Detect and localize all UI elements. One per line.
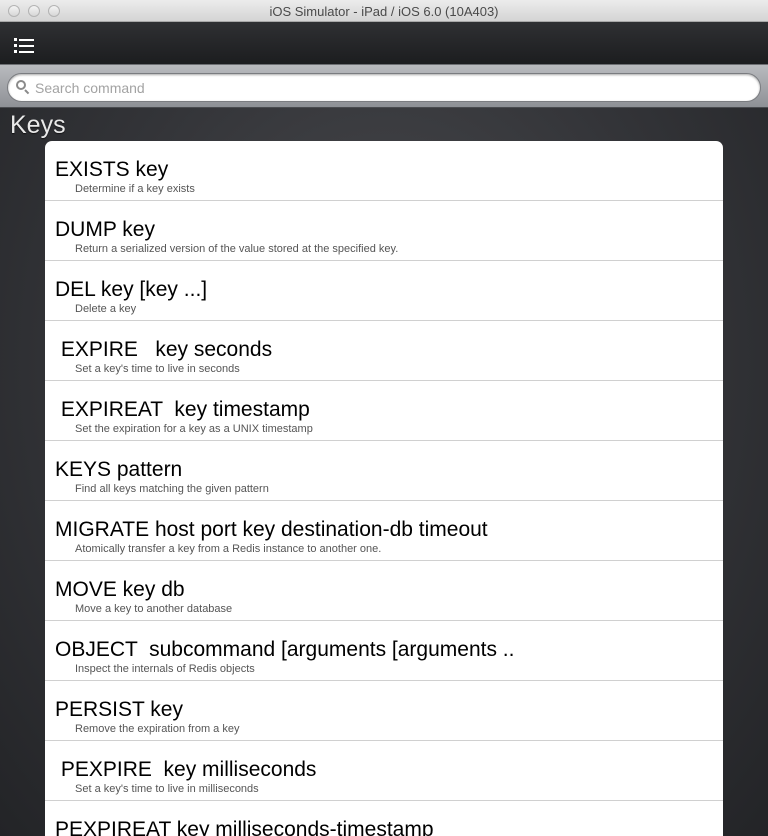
command-name: EXISTS key — [55, 158, 169, 181]
command-list: EXISTS key Determine if a key exists DUM… — [45, 141, 723, 836]
command-description: Delete a key — [75, 303, 137, 315]
command-description: Find all keys matching the given pattern — [75, 483, 269, 495]
search-field[interactable] — [7, 73, 761, 102]
command-description: Return a serialized version of the value… — [75, 243, 399, 255]
command-row-object[interactable]: OBJECT subcommand [arguments [arguments … — [45, 621, 723, 681]
command-description: Inspect the internals of Redis objects — [75, 663, 255, 675]
command-name: EXPIRE key seconds — [55, 338, 273, 361]
command-row-dump[interactable]: DUMP key Return a serialized version of … — [45, 201, 723, 261]
command-row-expire[interactable]: EXPIRE key seconds Set a key's time to l… — [45, 321, 723, 381]
command-row-migrate[interactable]: MIGRATE host port key destination-db tim… — [45, 501, 723, 561]
navigation-bar — [0, 22, 768, 64]
window-titlebar: iOS Simulator - iPad / iOS 6.0 (10A403) — [0, 0, 768, 22]
command-row-pexpire[interactable]: PEXPIRE key milliseconds Set a key's tim… — [45, 741, 723, 801]
window-title: iOS Simulator - iPad / iOS 6.0 (10A403) — [269, 4, 499, 19]
command-name: DUMP key — [55, 218, 155, 241]
command-row-pexpireat[interactable]: PEXPIREAT key milliseconds-timestamp — [45, 801, 723, 836]
command-name: OBJECT subcommand [arguments [arguments … — [55, 638, 515, 661]
command-row-keys[interactable]: KEYS pattern Find all keys matching the … — [45, 441, 723, 501]
search-bar — [0, 64, 768, 108]
command-row-del[interactable]: DEL key [key ...] Delete a key — [45, 261, 723, 321]
command-name: PEXPIREAT key milliseconds-timestamp — [55, 818, 434, 836]
command-name: EXPIREAT key timestamp — [55, 398, 310, 421]
command-description: Atomically transfer a key from a Redis i… — [75, 543, 382, 555]
command-name: MOVE key db — [55, 578, 185, 601]
command-name: KEYS pattern — [55, 458, 183, 481]
command-name: DEL key [key ...] — [55, 278, 208, 301]
command-row-persist[interactable]: PERSIST key Remove the expiration from a… — [45, 681, 723, 741]
list-menu-icon[interactable] — [14, 38, 36, 54]
command-row-exists[interactable]: EXISTS key Determine if a key exists — [45, 141, 723, 201]
command-row-move[interactable]: MOVE key db Move a key to another databa… — [45, 561, 723, 621]
command-description: Set the expiration for a key as a UNIX t… — [75, 423, 313, 435]
search-input[interactable] — [35, 78, 735, 98]
command-description: Determine if a key exists — [75, 183, 195, 195]
command-row-expireat[interactable]: EXPIREAT key timestamp Set the expiratio… — [45, 381, 723, 441]
command-description: Set a key's time to live in seconds — [75, 363, 240, 375]
command-name: PEXPIRE key milliseconds — [55, 758, 317, 781]
command-description: Move a key to another database — [75, 603, 233, 615]
command-description: Remove the expiration from a key — [75, 723, 240, 735]
command-description: Set a key's time to live in milliseconds — [75, 783, 259, 795]
section-title: Keys — [10, 111, 66, 139]
command-name: PERSIST key — [55, 698, 183, 721]
command-name: MIGRATE host port key destination-db tim… — [55, 518, 488, 541]
search-icon — [16, 80, 30, 95]
